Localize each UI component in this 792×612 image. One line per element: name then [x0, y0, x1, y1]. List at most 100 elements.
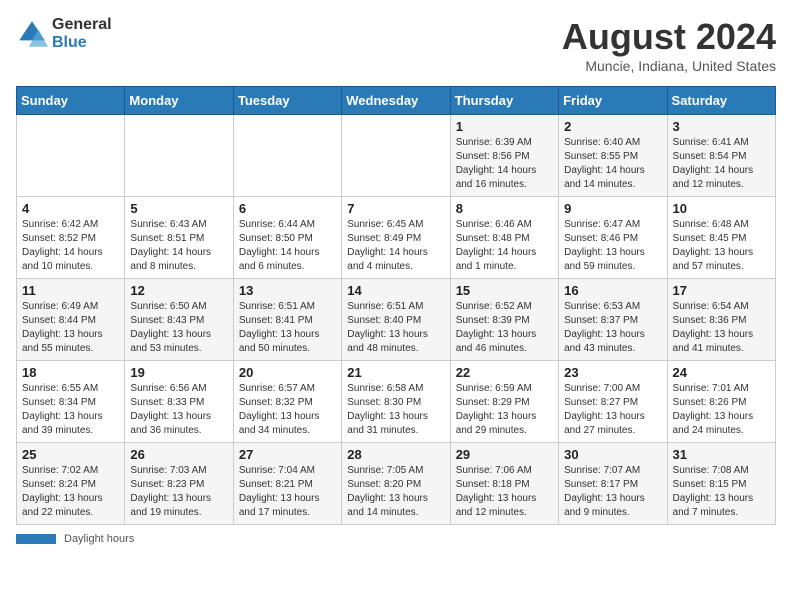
calendar-cell: 30Sunrise: 7:07 AM Sunset: 8:17 PM Dayli… — [559, 443, 667, 525]
week-row-1: 1 Sunrise: 6:39 AM Sunset: 8:56 PM Daylig… — [17, 115, 776, 197]
day-info: Sunrise: 6:39 AM Sunset: 8:56 PM Dayligh… — [456, 136, 553, 192]
day-number: 21 — [347, 365, 444, 380]
header-day-saturday: Saturday — [667, 87, 775, 115]
day-number: 16 — [564, 283, 661, 298]
calendar-cell: 26 Sunrise: 7:03 AM Sunset: 8:23 PM Dayli… — [125, 443, 233, 525]
day-info: Sunrise: 7:04 AM Sunset: 8:21 PM Dayligh… — [239, 464, 336, 520]
day-info: Sunrise: 6:47 AM Sunset: 8:46 PM Dayligh… — [564, 218, 661, 274]
day-info: Sunrise: 7:01 AM Sunset: 8:26 PM Dayligh… — [673, 382, 770, 438]
day-info: Sunrise: 7:07 AM Sunset: 8:17 PM Dayligh… — [564, 464, 661, 520]
calendar-cell: 9 Sunrise: 6:47 AM Sunset: 8:46 PM Daylig… — [559, 197, 667, 279]
week-row-5: 25 Sunrise: 7:02 AM Sunset: 8:24 PM Dayli… — [17, 443, 776, 525]
day-number: 13 — [239, 283, 336, 298]
calendar-cell: 13 Sunrise: 6:51 AM Sunset: 8:41 PM Dayli… — [233, 279, 341, 361]
day-info: Sunrise: 6:40 AM Sunset: 8:55 PM Dayligh… — [564, 136, 661, 192]
calendar-cell: 20 Sunrise: 6:57 AM Sunset: 8:32 PM Dayli… — [233, 361, 341, 443]
calendar-cell: 14 Sunrise: 6:51 AM Sunset: 8:40 PM Dayli… — [342, 279, 450, 361]
header-day-sunday: Sunday — [17, 87, 125, 115]
calendar-cell: 4Sunrise: 6:42 AM Sunset: 8:52 PM Daylig… — [17, 197, 125, 279]
day-number: 2 — [564, 119, 661, 134]
day-number: 24 — [673, 365, 770, 380]
header-day-thursday: Thursday — [450, 87, 558, 115]
day-info: Sunrise: 6:57 AM Sunset: 8:32 PM Dayligh… — [239, 382, 336, 438]
calendar-cell: 24 Sunrise: 7:01 AM Sunset: 8:26 PM Dayli… — [667, 361, 775, 443]
day-number: 1 — [456, 119, 553, 134]
day-info: Sunrise: 7:05 AM Sunset: 8:20 PM Dayligh… — [347, 464, 444, 520]
calendar-cell: 29 Sunrise: 7:06 AM Sunset: 8:18 PM Dayli… — [450, 443, 558, 525]
day-info: Sunrise: 6:51 AM Sunset: 8:40 PM Dayligh… — [347, 300, 444, 356]
day-number: 8 — [456, 201, 553, 216]
day-info: Sunrise: 6:43 AM Sunset: 8:51 PM Dayligh… — [130, 218, 227, 274]
calendar-cell: 28 Sunrise: 7:05 AM Sunset: 8:20 PM Dayli… — [342, 443, 450, 525]
day-info: Sunrise: 6:56 AM Sunset: 8:33 PM Dayligh… — [130, 382, 227, 438]
logo-text: General Blue — [52, 16, 112, 51]
day-number: 20 — [239, 365, 336, 380]
calendar-cell: 21 Sunrise: 6:58 AM Sunset: 8:30 PM Dayli… — [342, 361, 450, 443]
day-number: 27 — [239, 447, 336, 462]
calendar-cell: 8Sunrise: 6:46 AM Sunset: 8:48 PM Daylig… — [450, 197, 558, 279]
day-info: Sunrise: 6:59 AM Sunset: 8:29 PM Dayligh… — [456, 382, 553, 438]
day-info: Sunrise: 7:00 AM Sunset: 8:27 PM Dayligh… — [564, 382, 661, 438]
page-header: General Blue August 2024 Muncie, Indiana… — [16, 16, 776, 74]
logo-icon — [16, 18, 48, 50]
calendar-cell — [233, 115, 341, 197]
day-info: Sunrise: 6:52 AM Sunset: 8:39 PM Dayligh… — [456, 300, 553, 356]
calendar-cell: 7Sunrise: 6:45 AM Sunset: 8:49 PM Daylig… — [342, 197, 450, 279]
calendar-cell: 11Sunrise: 6:49 AM Sunset: 8:44 PM Dayli… — [17, 279, 125, 361]
day-number: 5 — [130, 201, 227, 216]
day-info: Sunrise: 7:02 AM Sunset: 8:24 PM Dayligh… — [22, 464, 119, 520]
day-info: Sunrise: 6:41 AM Sunset: 8:54 PM Dayligh… — [673, 136, 770, 192]
calendar-cell — [17, 115, 125, 197]
day-number: 31 — [673, 447, 770, 462]
title-block: August 2024 Muncie, Indiana, United Stat… — [562, 16, 776, 74]
day-info: Sunrise: 6:53 AM Sunset: 8:37 PM Dayligh… — [564, 300, 661, 356]
calendar-cell: 5 Sunrise: 6:43 AM Sunset: 8:51 PM Daylig… — [125, 197, 233, 279]
day-info: Sunrise: 6:58 AM Sunset: 8:30 PM Dayligh… — [347, 382, 444, 438]
week-row-3: 11Sunrise: 6:49 AM Sunset: 8:44 PM Dayli… — [17, 279, 776, 361]
header-day-tuesday: Tuesday — [233, 87, 341, 115]
day-number: 15 — [456, 283, 553, 298]
day-number: 28 — [347, 447, 444, 462]
calendar-cell: 17 Sunrise: 6:54 AM Sunset: 8:36 PM Dayli… — [667, 279, 775, 361]
calendar-cell: 23 Sunrise: 7:00 AM Sunset: 8:27 PM Dayli… — [559, 361, 667, 443]
day-number: 9 — [564, 201, 661, 216]
calendar-cell: 18Sunrise: 6:55 AM Sunset: 8:34 PM Dayli… — [17, 361, 125, 443]
footer-label: Daylight hours — [64, 533, 134, 545]
day-number: 19 — [130, 365, 227, 380]
day-info: Sunrise: 7:03 AM Sunset: 8:23 PM Dayligh… — [130, 464, 227, 520]
day-number: 26 — [130, 447, 227, 462]
day-info: Sunrise: 6:44 AM Sunset: 8:50 PM Dayligh… — [239, 218, 336, 274]
week-row-2: 4Sunrise: 6:42 AM Sunset: 8:52 PM Daylig… — [17, 197, 776, 279]
header-row: SundayMondayTuesdayWednesdayThursdayFrid… — [17, 87, 776, 115]
day-number: 25 — [22, 447, 119, 462]
calendar-table: SundayMondayTuesdayWednesdayThursdayFrid… — [16, 86, 776, 525]
calendar-cell: 19 Sunrise: 6:56 AM Sunset: 8:33 PM Dayli… — [125, 361, 233, 443]
calendar-cell: 3 Sunrise: 6:41 AM Sunset: 8:54 PM Daylig… — [667, 115, 775, 197]
day-info: Sunrise: 6:42 AM Sunset: 8:52 PM Dayligh… — [22, 218, 119, 274]
calendar-cell: 6Sunrise: 6:44 AM Sunset: 8:50 PM Daylig… — [233, 197, 341, 279]
day-number: 3 — [673, 119, 770, 134]
calendar-body: 1 Sunrise: 6:39 AM Sunset: 8:56 PM Daylig… — [17, 115, 776, 525]
header-day-wednesday: Wednesday — [342, 87, 450, 115]
calendar-cell: 15 Sunrise: 6:52 AM Sunset: 8:39 PM Dayli… — [450, 279, 558, 361]
day-info: Sunrise: 6:54 AM Sunset: 8:36 PM Dayligh… — [673, 300, 770, 356]
day-info: Sunrise: 7:08 AM Sunset: 8:15 PM Dayligh… — [673, 464, 770, 520]
calendar-cell — [342, 115, 450, 197]
day-info: Sunrise: 6:55 AM Sunset: 8:34 PM Dayligh… — [22, 382, 119, 438]
calendar-cell: 31 Sunrise: 7:08 AM Sunset: 8:15 PM Dayli… — [667, 443, 775, 525]
day-number: 23 — [564, 365, 661, 380]
day-info: Sunrise: 7:06 AM Sunset: 8:18 PM Dayligh… — [456, 464, 553, 520]
logo-general-text: General — [52, 16, 112, 34]
calendar-header: SundayMondayTuesdayWednesdayThursdayFrid… — [17, 87, 776, 115]
day-number: 17 — [673, 283, 770, 298]
day-number: 7 — [347, 201, 444, 216]
header-day-monday: Monday — [125, 87, 233, 115]
day-number: 14 — [347, 283, 444, 298]
day-number: 12 — [130, 283, 227, 298]
day-number: 29 — [456, 447, 553, 462]
calendar-cell: 16 Sunrise: 6:53 AM Sunset: 8:37 PM Dayli… — [559, 279, 667, 361]
calendar-cell: 1 Sunrise: 6:39 AM Sunset: 8:56 PM Daylig… — [450, 115, 558, 197]
footer: Daylight hours — [16, 533, 776, 545]
calendar-cell: 27 Sunrise: 7:04 AM Sunset: 8:21 PM Dayli… — [233, 443, 341, 525]
day-info: Sunrise: 6:51 AM Sunset: 8:41 PM Dayligh… — [239, 300, 336, 356]
